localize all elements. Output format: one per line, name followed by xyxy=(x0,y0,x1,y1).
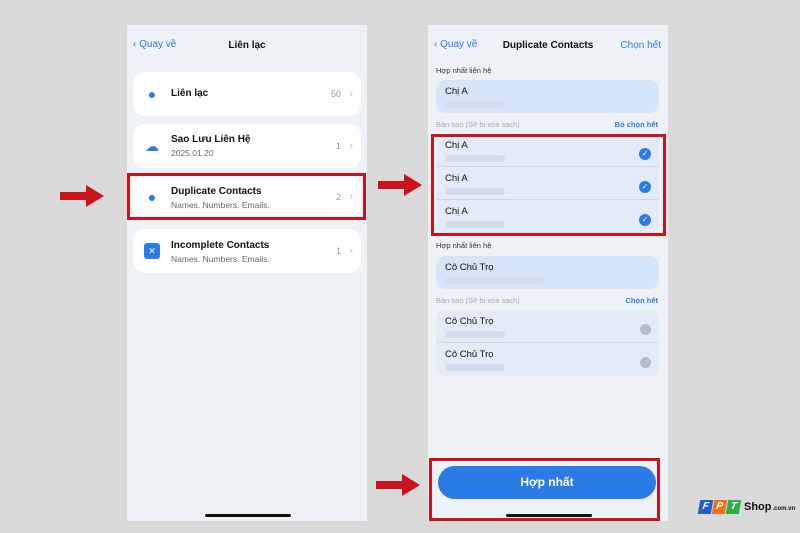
blurred-number xyxy=(445,101,505,108)
duplicate-contacts-screen: ‹ Quay về Duplicate Contacts Chọn hết Hợ… xyxy=(428,25,668,521)
contact-name: Cô Chủ Trọ xyxy=(445,316,494,327)
menu-item-contacts[interactable]: ● Liên lạc 50 › xyxy=(133,72,361,116)
person-icon: ● xyxy=(147,86,157,102)
unchecked-circle-icon[interactable] xyxy=(640,324,651,335)
chevron-right-icon: › xyxy=(349,88,353,100)
nav-bar: ‹ Quay về Duplicate Contacts Chọn hết xyxy=(428,25,668,67)
item-count: 1 xyxy=(335,246,341,256)
contacts-screen: ‹ Quay về Liên lạc ● Liên lạc 50 › ☁ Sao… xyxy=(127,25,367,521)
merged-contact: Cô Chủ Trọ xyxy=(436,256,659,289)
logo-text: Shop xyxy=(744,501,772,513)
fpt-shop-logo: F P T Shop .com.vn xyxy=(697,500,796,514)
logo-letter: T xyxy=(725,500,742,514)
highlight-box xyxy=(429,458,660,521)
x-square-icon: ✕ xyxy=(144,243,160,259)
duplicate-row[interactable]: Cô Chủ Trọ xyxy=(436,310,659,343)
chevron-right-icon: › xyxy=(349,245,353,257)
copies-label: Bản sao (Sẽ bị xóa sạch) xyxy=(436,120,520,129)
contact-name: Chị A xyxy=(445,86,468,97)
select-all-button[interactable]: Chọn hết xyxy=(620,40,661,51)
merge-label: Hợp nhất liên hệ xyxy=(436,66,492,75)
home-indicator xyxy=(205,514,291,517)
cloud-upload-icon: ☁ xyxy=(145,138,159,154)
blurred-number xyxy=(445,331,505,338)
item-subtitle: Names. Numbers. Emails. xyxy=(171,254,270,264)
select-all-group-button[interactable]: Chọn hết xyxy=(626,296,659,305)
logo-letter: F xyxy=(697,500,714,514)
contact-name: Cô Chủ Trọ xyxy=(445,349,494,360)
merged-contact: Chị A xyxy=(436,80,659,113)
nav-bar: ‹ Quay về Liên lạc xyxy=(127,25,367,67)
blurred-number xyxy=(445,364,505,371)
arrow-right-icon xyxy=(378,174,422,196)
item-count: 1 xyxy=(335,141,341,151)
arrow-right-icon xyxy=(376,474,420,496)
chevron-right-icon: › xyxy=(349,140,353,152)
item-count: 50 xyxy=(330,89,341,99)
item-subtitle: 2025.01.20 xyxy=(171,148,214,158)
duplicate-list: Cô Chủ Trọ Cô Chủ Trọ xyxy=(436,310,659,376)
contact-name: Cô Chủ Trọ xyxy=(445,262,494,273)
logo-suffix: .com.vn xyxy=(772,505,796,512)
unchecked-circle-icon[interactable] xyxy=(640,357,651,368)
item-title: Incomplete Contacts xyxy=(171,240,270,251)
merge-label: Hợp nhất liên hệ xyxy=(436,241,492,250)
page-title: Liên lạc xyxy=(228,40,266,51)
highlight-box xyxy=(431,134,666,236)
blurred-number xyxy=(445,277,545,284)
item-title: Sao Lưu Liên Hệ xyxy=(171,134,251,145)
menu-item-incomplete-contacts[interactable]: ✕ Incomplete Contacts Names. Numbers. Em… xyxy=(133,229,361,273)
item-title: Liên lạc xyxy=(171,88,209,99)
highlight-box xyxy=(127,173,366,220)
menu-item-backup[interactable]: ☁ Sao Lưu Liên Hệ 2025.01.20 1 › xyxy=(133,124,361,168)
arrow-right-icon xyxy=(60,185,104,207)
deselect-all-button[interactable]: Bỏ chọn hết xyxy=(615,120,658,129)
copies-label: Bản sao (Sẽ bị xóa sạch) xyxy=(436,296,520,305)
logo-letter: P xyxy=(711,500,728,514)
duplicate-row[interactable]: Cô Chủ Trọ xyxy=(436,343,659,376)
